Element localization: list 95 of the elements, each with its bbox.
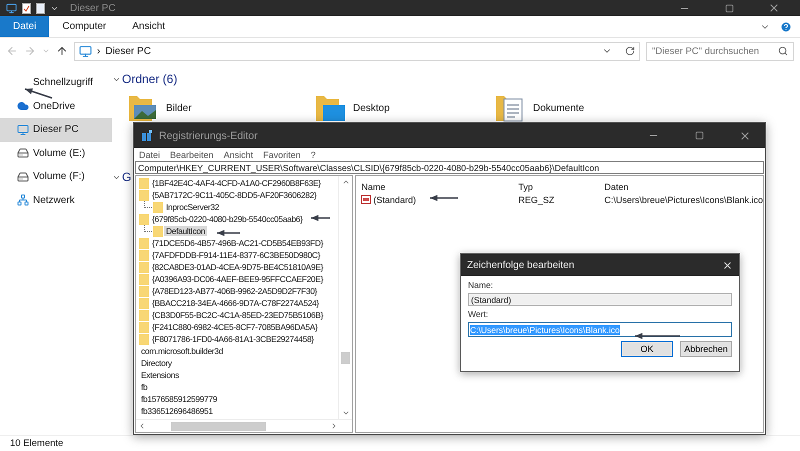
folder-icon xyxy=(139,322,149,332)
breadcrumb-location: Dieser PC xyxy=(105,46,151,56)
group-heading[interactable]: G xyxy=(122,170,132,184)
folder-icon xyxy=(139,178,149,188)
dialog-button[interactable]: Abbrechen xyxy=(680,341,732,357)
nav-item[interactable]: Netzwerk xyxy=(0,188,112,212)
registry-key[interactable]: {1BF42E4C-4AF4-4CFD-A1A0-CF2960B8F63E} xyxy=(150,178,323,188)
folder-label[interactable]: Bilder xyxy=(166,102,192,114)
window-title: Dieser PC xyxy=(70,2,116,14)
registry-app-icon xyxy=(142,130,153,141)
folder-icon xyxy=(139,250,149,260)
name-field[interactable]: (Standard) xyxy=(468,293,732,306)
registry-key[interactable]: {F241C880-6982-4CE5-8CF7-7085BA96DA5A} xyxy=(150,322,320,332)
nav-item[interactable]: Volume (F:) xyxy=(0,165,112,188)
network-icon xyxy=(17,194,29,206)
folder-icon xyxy=(139,334,149,344)
group-heading[interactable]: Ordner (6) xyxy=(122,72,178,86)
folder-icon xyxy=(139,274,149,284)
drive-icon xyxy=(17,147,29,160)
cloud-icon xyxy=(17,100,29,112)
dialog-title: Zeichenfolge bearbeiten xyxy=(467,260,574,270)
registry-key[interactable]: {71DCE5D6-4B57-496B-AC21-CD5B54EB93FD} xyxy=(150,238,326,248)
registry-key[interactable]: fb1576585912599779 xyxy=(139,394,220,404)
field-label: Name: xyxy=(468,280,494,290)
document-icon[interactable] xyxy=(36,2,45,14)
properties-icon[interactable] xyxy=(22,2,31,14)
folder-icon xyxy=(139,214,149,224)
refresh-icon[interactable] xyxy=(625,46,635,56)
address-field[interactable]: › Dieser PC xyxy=(74,42,640,60)
nav-item[interactable]: Schnellzugriff xyxy=(0,71,112,94)
registry-key[interactable]: {BBACC218-34EA-4666-9D7A-C78F2274A524} xyxy=(150,298,321,308)
registry-key[interactable]: {82CA8DE3-01AD-4CEA-9D75-BE4C51810A9E} xyxy=(150,262,326,272)
field-label: Wert: xyxy=(468,309,490,319)
column-header[interactable]: Typ xyxy=(518,180,604,193)
folder-icon xyxy=(139,190,149,200)
value-type: REG_SZ xyxy=(518,194,556,206)
computer-icon xyxy=(6,2,17,14)
folder-icon xyxy=(153,226,163,236)
folder-label[interactable]: Desktop xyxy=(353,102,390,114)
registry-key[interactable]: fb336512696486951 xyxy=(139,406,215,416)
menu-item[interactable]: Bearbeiten xyxy=(170,150,214,160)
folder-label[interactable]: Dokumente xyxy=(533,102,584,114)
registry-key[interactable]: Directory xyxy=(139,358,174,368)
folder-icon xyxy=(139,238,149,248)
search-icon xyxy=(778,46,788,56)
folder-icon xyxy=(153,202,163,212)
horizontal-scrollbar[interactable] xyxy=(136,419,352,432)
address-field[interactable]: Computer\HKEY_CURRENT_USER\Software\Classes\CLSID\{679f85cb-0220-4080-b29b-5540cc05aab6}\DefaultIcon xyxy=(135,161,764,174)
registry-key[interactable]: fb xyxy=(139,382,150,392)
scroll-left-icon[interactable] xyxy=(138,422,146,430)
drive-icon xyxy=(17,170,29,183)
ribbon-tab[interactable]: Datei xyxy=(0,16,50,37)
registry-key[interactable]: {A0396A93-DC06-4AEF-BEE9-95FFCCAEF20E} xyxy=(150,274,326,284)
window-title: Registrierungs-Editor xyxy=(159,130,258,142)
column-header[interactable]: Name xyxy=(361,180,518,193)
breadcrumb-separator: › xyxy=(97,46,100,56)
scroll-thumb[interactable] xyxy=(170,422,266,430)
folder-icon xyxy=(139,298,149,308)
registry-key[interactable]: {7AFDFDDB-F914-11E4-8377-6C3BE50D980C} xyxy=(150,250,322,260)
menu-item[interactable]: Ansicht xyxy=(224,150,254,160)
registry-key[interactable]: Extensions xyxy=(139,370,181,380)
registry-key[interactable]: DefaultIcon xyxy=(164,226,208,236)
scroll-down-icon[interactable] xyxy=(342,409,350,417)
search-field[interactable]: "Dieser PC" durchsuchen xyxy=(646,42,794,60)
scroll-up-icon[interactable] xyxy=(342,178,350,186)
computer-icon xyxy=(17,124,29,136)
value-name[interactable]: (Standard) xyxy=(373,194,416,204)
string-value-icon xyxy=(361,195,372,204)
registry-key[interactable]: {679f85cb-0220-4080-b29b-5540cc05aab6} xyxy=(150,214,305,224)
item-count: 10 Elemente xyxy=(10,438,64,449)
menu-item[interactable]: Favoriten xyxy=(263,150,301,160)
menu-item[interactable]: Datei xyxy=(139,150,160,160)
vertical-scrollbar[interactable] xyxy=(338,176,352,419)
desktop-folder-icon xyxy=(315,93,347,123)
registry-key[interactable]: {5AB7172C-9C11-405C-8DD5-AF20F3606282} xyxy=(150,190,318,200)
nav-item[interactable]: Volume (E:) xyxy=(0,142,112,165)
computer-icon xyxy=(79,44,92,58)
folder-icon xyxy=(139,286,149,296)
registry-key[interactable]: {CB3D0F55-BC2C-4C1A-85ED-23ED75B5106B} xyxy=(150,310,326,320)
folder-icon xyxy=(139,310,149,320)
folder-icon xyxy=(139,262,149,272)
nav-item[interactable]: OneDrive xyxy=(0,94,112,118)
registry-key[interactable]: com.microsoft.builder3d xyxy=(139,346,226,356)
registry-key[interactable]: {A78ED123-AB77-406B-9962-2A5D9D2F7F30} xyxy=(150,286,320,296)
registry-key[interactable]: {F8071786-1FD0-4A66-81A1-3CBE29274458} xyxy=(150,334,316,344)
help-icon[interactable] xyxy=(780,20,792,32)
scroll-thumb[interactable] xyxy=(341,352,350,364)
registry-key[interactable]: InprocServer32 xyxy=(164,202,222,212)
column-header[interactable]: Daten xyxy=(604,180,763,193)
close-icon[interactable] xyxy=(722,260,733,270)
menu-item[interactable]: ? xyxy=(310,150,316,160)
up-icon[interactable] xyxy=(56,45,68,57)
dialog-button[interactable]: OK xyxy=(621,341,673,357)
nav-item[interactable]: Dieser PC xyxy=(0,118,112,142)
value-data: C:\Users\breue\Pictures\Icons\Blank.ico xyxy=(604,194,763,206)
